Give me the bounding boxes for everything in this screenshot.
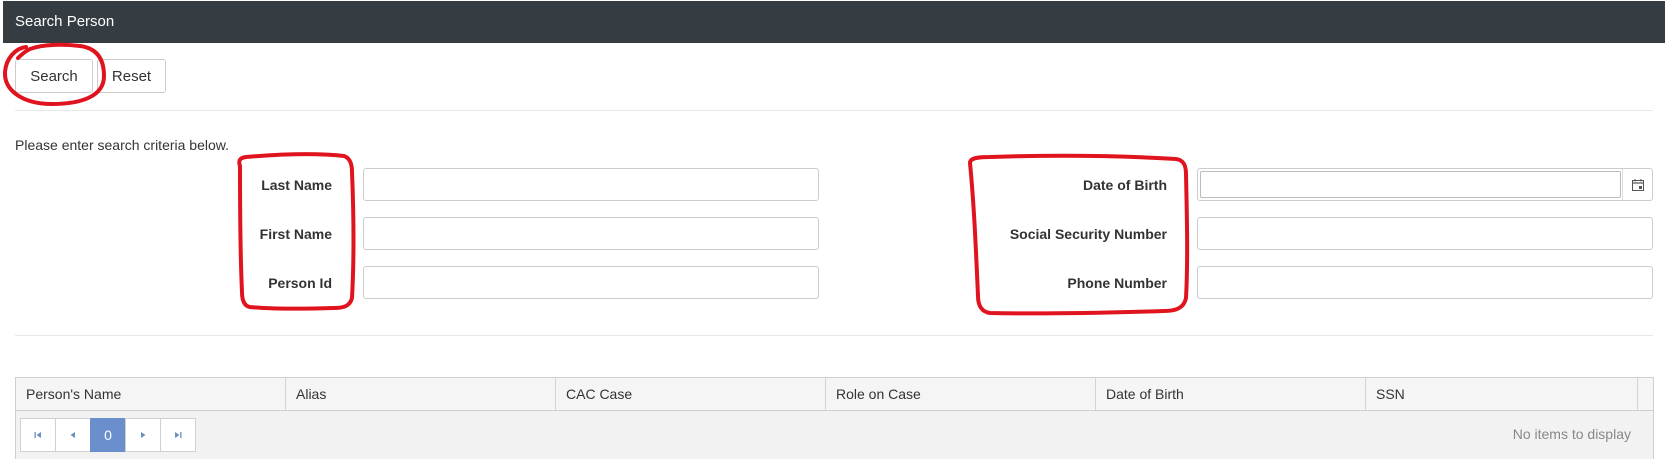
page-header: Search Person [3,1,1665,43]
ssn-input[interactable] [1197,217,1653,250]
next-page-icon[interactable] [125,418,161,452]
dob-input[interactable] [1200,171,1621,198]
dob-picker [1197,168,1653,201]
grid-header: Person's Name Alias CAC Case Role on Cas… [16,378,1653,411]
divider [15,110,1653,111]
person-id-input[interactable] [363,266,819,299]
last-name-input[interactable] [363,168,819,201]
last-name-label: Last Name [261,177,332,193]
reset-button[interactable]: Reset [97,59,166,93]
ssn-label: Social Security Number [1009,226,1167,242]
calendar-icon[interactable] [1622,169,1652,200]
column-header-date-of-birth[interactable]: Date of Birth [1096,378,1366,410]
column-header-persons-name[interactable]: Person's Name [16,378,286,410]
page-title: Search Person [15,13,115,30]
person-id-label: Person Id [268,275,332,291]
last-page-icon[interactable] [160,418,196,452]
column-header-alias[interactable]: Alias [286,378,556,410]
divider [15,335,1653,336]
column-header-role-on-case[interactable]: Role on Case [826,378,1096,410]
grid-pager: 0 No items to display [16,411,1653,459]
phone-input[interactable] [1197,266,1653,299]
search-button[interactable]: Search [15,59,93,93]
column-header-cac-case[interactable]: CAC Case [556,378,826,410]
phone-label: Phone Number [1067,275,1167,291]
prev-page-icon[interactable] [55,418,91,452]
first-name-input[interactable] [363,217,819,250]
first-name-label: First Name [259,226,332,242]
no-items-text: No items to display [1512,426,1631,442]
results-grid: Person's Name Alias CAC Case Role on Cas… [15,377,1654,459]
column-header-ssn[interactable]: SSN [1366,378,1638,410]
current-page-button[interactable]: 0 [90,418,126,452]
instructions-text: Please enter search criteria below. [15,137,229,153]
first-page-icon[interactable] [20,418,56,452]
dob-label: Date of Birth [1083,177,1167,193]
